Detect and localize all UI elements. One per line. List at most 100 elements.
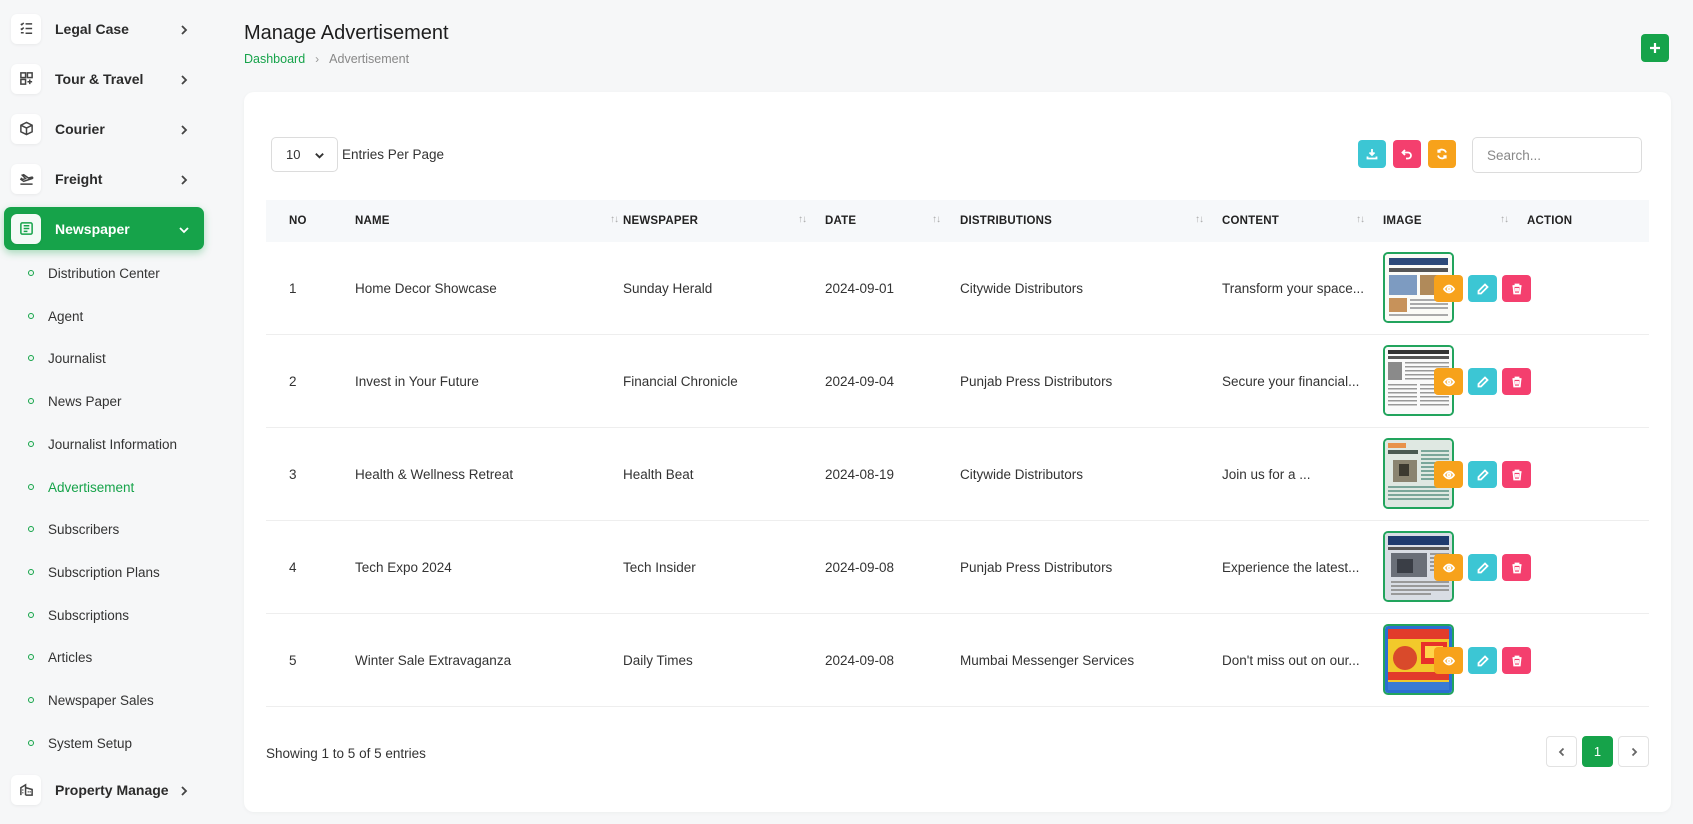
cell-name: Invest in Your Future	[355, 373, 479, 389]
sidebar-item-label: Freight	[55, 170, 103, 187]
delete-button[interactable]	[1502, 647, 1531, 674]
breadcrumb: Dashboard › Advertisement	[244, 52, 409, 66]
cell-content: Transform your space...	[1222, 280, 1365, 296]
delete-button[interactable]	[1502, 554, 1531, 581]
sidebar-subitem-articles[interactable]: Articles	[0, 642, 210, 672]
cell-name: Tech Expo 2024	[355, 559, 452, 575]
sidebar-subitem-news-paper[interactable]: News Paper	[0, 386, 210, 416]
edit-button[interactable]	[1468, 461, 1497, 488]
table-row: 1 Home Decor Showcase Sunday Herald 2024…	[266, 242, 1649, 335]
column-header-newspaper[interactable]: NEWSPAPER	[623, 200, 698, 242]
delete-button[interactable]	[1502, 368, 1531, 395]
sort-icon[interactable]: ↑↓	[1195, 214, 1204, 225]
chevron-right-icon	[178, 123, 190, 135]
add-advertisement-button[interactable]	[1641, 34, 1669, 62]
table-row: 3 Health & Wellness Retreat Health Beat …	[266, 428, 1649, 521]
edit-button[interactable]	[1468, 275, 1497, 302]
sort-icon[interactable]: ↑↓	[610, 214, 619, 225]
grid-icon	[11, 63, 41, 94]
cell-content: Experience the latest...	[1222, 559, 1360, 575]
sidebar-item-label: Legal Case	[55, 20, 129, 37]
bullet-icon	[28, 740, 34, 746]
cell-name: Winter Sale Extravaganza	[355, 652, 512, 668]
column-header-action: ACTION	[1527, 215, 1573, 227]
sidebar-subitem-subscriptions[interactable]: Subscriptions	[0, 600, 210, 630]
pagination-next-button[interactable]	[1618, 736, 1649, 767]
chevron-right-icon	[178, 23, 190, 35]
sidebar-subitem-label: Subscription Plans	[48, 564, 160, 580]
cell-no: 1	[289, 280, 297, 296]
view-button[interactable]	[1434, 275, 1463, 302]
sidebar-subitem-agent[interactable]: Agent	[0, 301, 210, 331]
trash-icon	[1512, 655, 1521, 666]
page-title: Manage Advertisement	[244, 22, 449, 44]
refresh-icon	[1437, 148, 1447, 160]
pencil-icon	[1477, 468, 1489, 480]
sort-icon[interactable]: ↑↓	[798, 214, 807, 225]
sort-icon[interactable]: ↑↓	[932, 214, 941, 225]
sidebar-subitem-label: Agent	[48, 308, 84, 324]
delete-button[interactable]	[1502, 275, 1531, 302]
sidebar-subitem-subscribers[interactable]: Subscribers	[0, 514, 210, 544]
delete-button[interactable]	[1502, 461, 1531, 488]
sidebar-subitem-journalist[interactable]: Journalist	[0, 343, 210, 373]
cell-date: 2024-09-08	[825, 652, 895, 668]
showing-entries-text: Showing 1 to 5 of 5 entries	[266, 746, 426, 761]
download-button[interactable]	[1358, 140, 1386, 168]
sidebar-item-courier[interactable]: Courier	[4, 107, 204, 150]
sidebar-subitem-label: Articles	[48, 649, 93, 665]
view-button[interactable]	[1434, 554, 1463, 581]
sidebar-subitem-newspaper-sales[interactable]: Newspaper Sales	[0, 685, 210, 715]
sidebar-subitem-system-setup[interactable]: System Setup	[0, 728, 210, 758]
sidebar-item-freight[interactable]: Freight	[4, 157, 204, 200]
chevron-right-icon	[178, 784, 190, 796]
view-button[interactable]	[1434, 461, 1463, 488]
plane-icon	[11, 163, 41, 194]
edit-button[interactable]	[1468, 647, 1497, 674]
column-header-date[interactable]: DATE	[825, 200, 856, 242]
sidebar-item-property-manage[interactable]: Property Manage	[4, 768, 204, 811]
bullet-icon	[28, 355, 34, 361]
sidebar-subitem-subscription-plans[interactable]: Subscription Plans	[0, 557, 210, 587]
sidebar-subitem-label: Subscriptions	[48, 607, 130, 623]
sidebar-subitem-distribution-center[interactable]: Distribution Center	[0, 258, 210, 288]
sidebar-subitem-label: Newspaper Sales	[48, 692, 154, 708]
sidebar-item-label: Tour & Travel	[55, 70, 144, 87]
pagination-prev-button[interactable]	[1546, 736, 1577, 767]
edit-button[interactable]	[1468, 554, 1497, 581]
undo-icon	[1401, 149, 1412, 160]
pagination-page-button[interactable]: 1	[1582, 736, 1613, 767]
sidebar-item-legal-case[interactable]: Legal Case	[4, 7, 204, 50]
reset-button[interactable]	[1393, 140, 1421, 168]
cell-date: 2024-09-08	[825, 559, 895, 575]
entries-per-page-label: Entries Per Page	[342, 147, 445, 162]
breadcrumb-current: Advertisement	[329, 52, 410, 66]
column-header-image[interactable]: IMAGE	[1383, 200, 1422, 242]
cell-date: 2024-08-19	[825, 466, 895, 482]
view-button[interactable]	[1434, 647, 1463, 674]
sidebar-subitem-journalist-information[interactable]: Journalist Information	[0, 429, 210, 459]
edit-button[interactable]	[1468, 368, 1497, 395]
trash-icon	[1512, 469, 1521, 480]
entries-per-page-select[interactable]: 10	[271, 137, 338, 172]
refresh-button[interactable]	[1428, 140, 1456, 168]
breadcrumb-dashboard-link[interactable]: Dashboard	[244, 52, 305, 66]
sidebar-subitem-advertisement[interactable]: Advertisement	[0, 472, 210, 502]
table-row: 5 Winter Sale Extravaganza Daily Times 2…	[266, 614, 1649, 707]
pencil-icon	[1477, 561, 1489, 573]
pencil-icon	[1477, 654, 1489, 666]
view-button[interactable]	[1434, 368, 1463, 395]
cell-date: 2024-09-01	[825, 280, 895, 296]
table-row: 2 Invest in Your Future Financial Chroni…	[266, 335, 1649, 428]
cell-distribution: Citywide Distributors	[960, 466, 1084, 482]
sort-icon[interactable]: ↑↓	[1356, 214, 1365, 225]
search-input[interactable]	[1472, 137, 1642, 173]
sort-icon[interactable]: ↑↓	[1500, 214, 1509, 225]
column-header-distributions[interactable]: DISTRIBUTIONS	[960, 200, 1052, 242]
sidebar-item-tour-travel[interactable]: Tour & Travel	[4, 57, 204, 100]
sidebar-item-newspaper[interactable]: Newspaper	[4, 207, 204, 250]
column-header-name[interactable]: NAME	[355, 200, 390, 242]
bullet-icon	[28, 441, 34, 447]
column-header-content[interactable]: CONTENT	[1222, 200, 1279, 242]
advertisement-card: 10 Entries Per Page NO NAME ↑↓ NEWSPAPER…	[244, 92, 1671, 812]
